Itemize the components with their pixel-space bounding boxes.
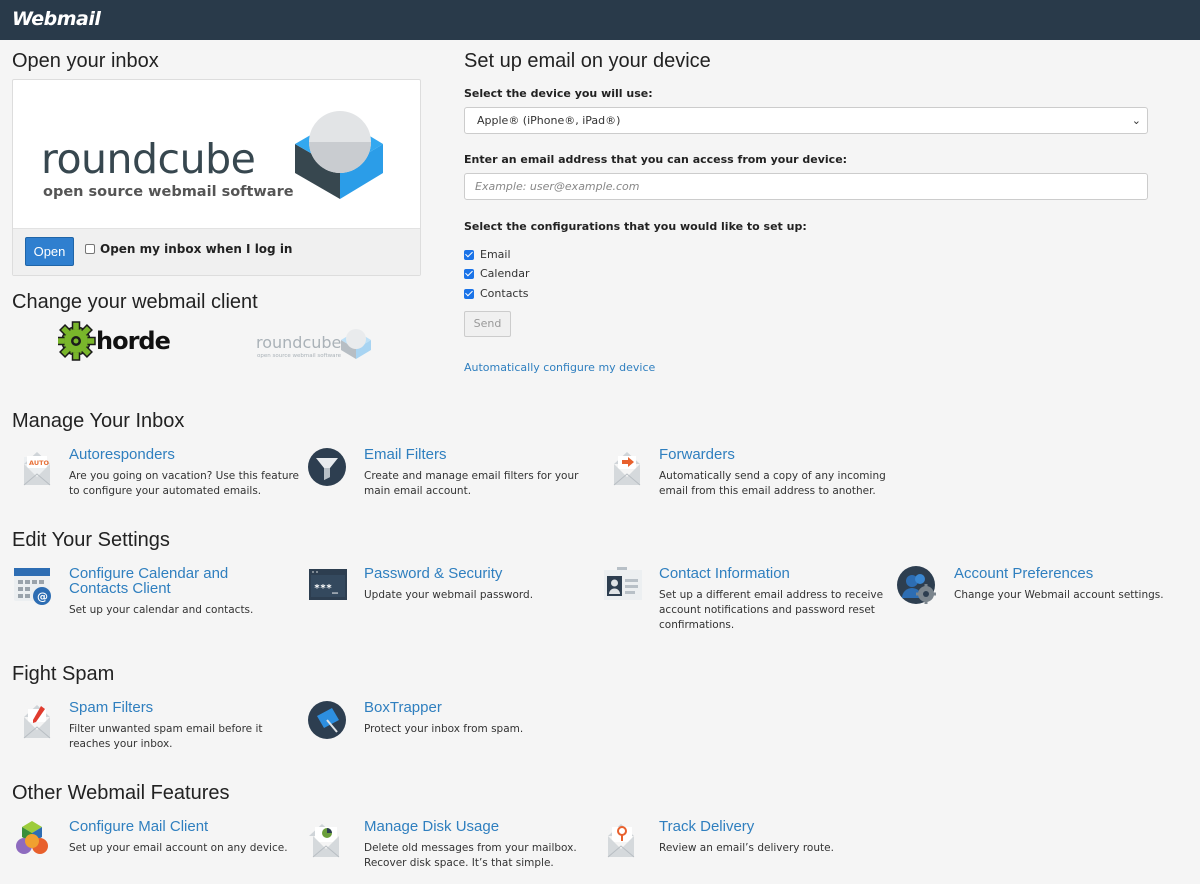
contact-card-icon — [602, 566, 642, 606]
config-email-label: Email — [480, 248, 511, 261]
config-contacts-checkbox[interactable] — [464, 288, 474, 299]
calendar-contacts-desc: Set up your calendar and contacts. — [69, 604, 254, 616]
roundcube-footer: Open Open my inbox when I log in — [13, 228, 420, 275]
manage-disk-usage-title[interactable]: Manage Disk Usage — [364, 819, 499, 834]
other-features-heading: Other Webmail Features — [12, 782, 230, 804]
open-inbox-heading: Open your inbox — [12, 50, 159, 72]
disk-usage-icon — [307, 819, 347, 859]
password-icon: ***_ — [307, 566, 347, 606]
device-selected-value: Apple® (iPhone®, iPad®) — [477, 114, 621, 127]
roundcube-wordmark: roundcube — [41, 135, 255, 183]
svg-text:AUTO: AUTO — [29, 459, 50, 467]
spam-filter-icon — [12, 700, 52, 740]
boxtrapper-title[interactable]: BoxTrapper — [364, 700, 442, 715]
svg-text:open source webmail software: open source webmail software — [257, 353, 342, 359]
config-email-option[interactable]: Email — [464, 248, 511, 261]
roundcube-client-link[interactable]: roundcube open source webmail software — [255, 322, 375, 362]
forwarders-title[interactable]: Forwarders — [659, 447, 735, 462]
account-preferences-title[interactable]: Account Preferences — [954, 566, 1093, 581]
calendar-contacts-title[interactable]: Configure Calendar and Contacts Client — [69, 566, 269, 596]
email-label: Enter an email address that you can acce… — [464, 153, 848, 166]
send-button[interactable]: Send — [464, 311, 511, 337]
roundcube-small-logo-icon: roundcube open source webmail software — [256, 329, 371, 359]
contact-information-desc: Set up a different email address to rece… — [659, 589, 884, 631]
auto-open-label: Open my inbox when I log in — [100, 242, 293, 256]
autoresponders-title[interactable]: Autoresponders — [69, 447, 175, 462]
boxtrapper-icon — [307, 700, 347, 740]
change-client-heading: Change your webmail client — [12, 291, 258, 313]
autoresponder-icon: AUTO — [12, 447, 52, 487]
boxtrapper-desc: Protect your inbox from spam. — [364, 723, 524, 735]
svg-text:horde: horde — [96, 327, 170, 355]
device-select[interactable]: Apple® (iPhone®, iPad®) ⌄ — [464, 107, 1148, 134]
config-email-checkbox[interactable] — [464, 249, 474, 260]
device-label: Select the device you will use: — [464, 87, 653, 100]
manage-disk-usage-desc: Delete old messages from your mailbox. R… — [364, 842, 577, 869]
roundcube-tagline: open source webmail software — [43, 184, 294, 200]
svg-text:roundcube: roundcube — [256, 333, 341, 352]
auto-open-option[interactable]: Open my inbox when I log in — [85, 242, 292, 256]
autoresponders-desc: Are you going on vacation? Use this feat… — [69, 470, 300, 497]
roundcube-logo[interactable]: roundcube open source webmail software — [13, 80, 420, 228]
roundcube-panel: roundcube open source webmail software O… — [12, 79, 421, 276]
chevron-down-icon: ⌄ — [1131, 114, 1141, 127]
spam-filters-desc: Filter unwanted spam email before it rea… — [69, 723, 263, 750]
filter-icon — [307, 447, 347, 487]
config-calendar-checkbox[interactable] — [464, 268, 474, 279]
forwarders-desc: Automatically send a copy of any incomin… — [659, 470, 886, 497]
forwarder-icon — [602, 447, 642, 487]
account-preferences-desc: Change your Webmail account settings. — [954, 589, 1164, 601]
track-delivery-title[interactable]: Track Delivery — [659, 819, 754, 834]
top-bar: Webmail — [0, 0, 1200, 40]
horde-client-link[interactable]: horde — [56, 320, 172, 362]
email-address-input[interactable] — [464, 173, 1148, 200]
password-security-title[interactable]: Password & Security — [364, 566, 502, 581]
auto-open-checkbox[interactable] — [85, 244, 95, 254]
email-filters-desc: Create and manage email filters for your… — [364, 470, 579, 497]
config-calendar-label: Calendar — [480, 267, 530, 280]
open-button[interactable]: Open — [25, 237, 74, 266]
spam-filters-title[interactable]: Spam Filters — [69, 700, 153, 715]
svg-text:@: @ — [37, 590, 48, 603]
config-label: Select the configurations that you would… — [464, 220, 807, 233]
webmail-logo[interactable]: Webmail — [12, 8, 101, 30]
user-gear-icon — [897, 566, 937, 606]
calendar-icon: @ — [12, 566, 52, 606]
auto-configure-link[interactable]: Automatically configure my device — [464, 361, 655, 374]
configure-mail-client-desc: Set up your email account on any device. — [69, 842, 288, 854]
setup-heading: Set up email on your device — [464, 50, 711, 72]
horde-logo-icon: horde — [56, 321, 172, 361]
config-contacts-label: Contacts — [480, 287, 529, 300]
svg-text:***_: ***_ — [314, 583, 339, 594]
track-delivery-desc: Review an email’s delivery route. — [659, 842, 834, 854]
configure-mail-client-title[interactable]: Configure Mail Client — [69, 819, 208, 834]
config-contacts-option[interactable]: Contacts — [464, 287, 529, 300]
password-security-desc: Update your webmail password. — [364, 589, 534, 601]
mail-client-icon — [12, 819, 52, 859]
edit-settings-heading: Edit Your Settings — [12, 529, 170, 551]
config-calendar-option[interactable]: Calendar — [464, 267, 529, 280]
manage-inbox-heading: Manage Your Inbox — [12, 410, 185, 432]
contact-information-title[interactable]: Contact Information — [659, 566, 790, 581]
email-filters-title[interactable]: Email Filters — [364, 447, 447, 462]
fight-spam-heading: Fight Spam — [12, 663, 115, 685]
track-delivery-icon — [602, 819, 642, 859]
